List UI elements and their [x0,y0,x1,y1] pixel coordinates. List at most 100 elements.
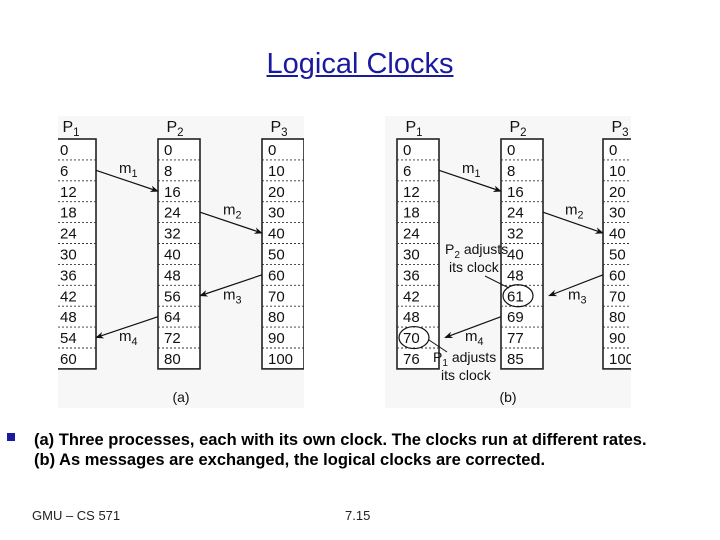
caption: (a) Three processes, each with its own c… [34,430,647,470]
message-label: m1 [119,160,138,180]
clock-value: 50 [268,247,285,264]
diagram-panel-b: P1 0 6 12 18 24 30 36 42 48 70 76 P2 0 8 16 24 32 40 48 61 69… [385,116,646,408]
clock-value: 70 [609,288,626,305]
clock-value: 0 [164,142,172,159]
clock-value: 80 [268,309,285,326]
clock-value: 80 [164,351,181,368]
clock-value: 72 [164,330,181,347]
clock-value: 0 [403,142,411,159]
annotation-line: its clock [441,367,492,383]
clock-value: 16 [507,184,524,201]
footer-course: GMU – CS 571 [32,508,121,523]
clock-value: 20 [609,184,626,201]
clock-value: 76 [403,351,420,368]
clock-value: 30 [609,205,626,222]
footer-page-number: 7.15 [345,508,371,523]
clock-value: 12 [403,184,420,201]
slide-title: Logical Clocks [266,48,454,80]
clock-value: 12 [60,184,77,201]
clock-value: 32 [507,226,524,243]
clock-value: 40 [268,226,285,243]
clock-value: 60 [609,267,626,284]
message-label: m1 [462,160,481,180]
message-label: m2 [565,202,584,222]
clock-diagram-a: P1 0 6 12 18 24 30 36 42 48 54 60 P2 0 8 16 24 32 40 48 56 64… [53,119,305,405]
process-column-1: P1 0 6 12 18 24 30 36 42 48 70 76 [396,119,440,370]
process-label: P2 [509,119,526,139]
clock-value: 90 [268,330,285,347]
message-label: m3 [568,286,587,306]
message-label: m4 [465,328,484,348]
clock-value: 48 [164,267,181,284]
clock-value: 70 [268,288,285,305]
clock-value: 64 [164,309,181,326]
clock-value: 61 [507,288,524,305]
clock-value: 50 [609,247,626,264]
clock-value: 36 [60,267,77,284]
clock-value: 30 [268,205,285,222]
clock-value: 8 [164,163,172,180]
panel-label: (b) [499,389,516,405]
message-label: m3 [223,286,242,306]
caption-line-1: (a) Three processes, each with its own c… [34,431,647,449]
process-label: P1 [405,119,422,139]
clock-value: 32 [164,226,181,243]
annotation-p1-adjusts: P1 adjustsits clock [428,339,496,383]
clock-value: 48 [507,267,524,284]
clock-value: 24 [60,226,77,243]
clock-value: 42 [60,288,77,305]
annotation-line: P1 adjusts [433,349,496,369]
clock-value: 18 [60,205,77,222]
clock-value: 30 [403,247,420,264]
clock-value: 85 [507,351,524,368]
clock-value: 36 [403,267,420,284]
clock-value: 24 [403,226,420,243]
clock-value: 77 [507,330,524,347]
clock-value: 16 [164,184,181,201]
clock-value: 8 [507,163,515,180]
clock-value: 24 [164,205,181,222]
clock-value: 56 [164,288,181,305]
clock-value: 18 [403,205,420,222]
caption-line-2: (b) As messages are exchanged, the logic… [34,451,546,469]
clock-value: 90 [609,330,626,347]
message-label: m2 [223,202,242,222]
clock-value: 69 [507,309,524,326]
clock-value: 10 [268,163,285,180]
process-column-3: P3 0 10 20 30 40 50 60 70 80 90 100 [602,119,646,370]
clock-value: 80 [609,309,626,326]
clock-value: 60 [268,267,285,284]
clock-value: 10 [609,163,626,180]
clock-value: 0 [609,142,617,159]
process-label: P3 [270,119,287,139]
clock-value: 100 [609,351,631,368]
process-column-1: P1 0 6 12 18 24 30 36 42 48 54 60 [53,119,97,370]
diagram-panel-a: P1 0 6 12 18 24 30 36 42 48 54 60 P2 0 8 16 24 32 40 48 56 64… [53,116,305,408]
clock-value: 48 [403,309,420,326]
clock-value: 70 [403,330,420,347]
clock-value: 20 [268,184,285,201]
clock-value: 100 [268,351,293,368]
annotation-line: P2 adjusts [445,241,508,261]
message-label: m4 [119,328,138,348]
process-label: P2 [166,119,183,139]
clock-value: 24 [507,205,524,222]
bullet-icon [7,433,15,441]
annotation-line: its clock [449,259,500,275]
clock-value: 40 [164,247,181,264]
process-label: P3 [611,119,628,139]
clock-value: 0 [507,142,515,159]
clock-value: 48 [60,309,77,326]
annotation-p2-adjusts: P2 adjustsits clock [445,241,510,289]
clock-diagram-b: P1 0 6 12 18 24 30 36 42 48 70 76 P2 0 8 16 24 32 40 48 61 69… [396,119,646,405]
panel-label: (a) [172,389,189,405]
clock-value: 0 [60,142,68,159]
process-column-3: P3 0 10 20 30 40 50 60 70 80 90 100 [261,119,305,370]
clock-value: 42 [403,288,420,305]
clock-value: 6 [60,163,68,180]
process-label: P1 [62,119,79,139]
clock-value: 30 [60,247,77,264]
process-column-2: P2 0 8 16 24 32 40 48 56 64 72 80 [157,119,201,370]
clock-value: 6 [403,163,411,180]
clock-value: 40 [609,226,626,243]
